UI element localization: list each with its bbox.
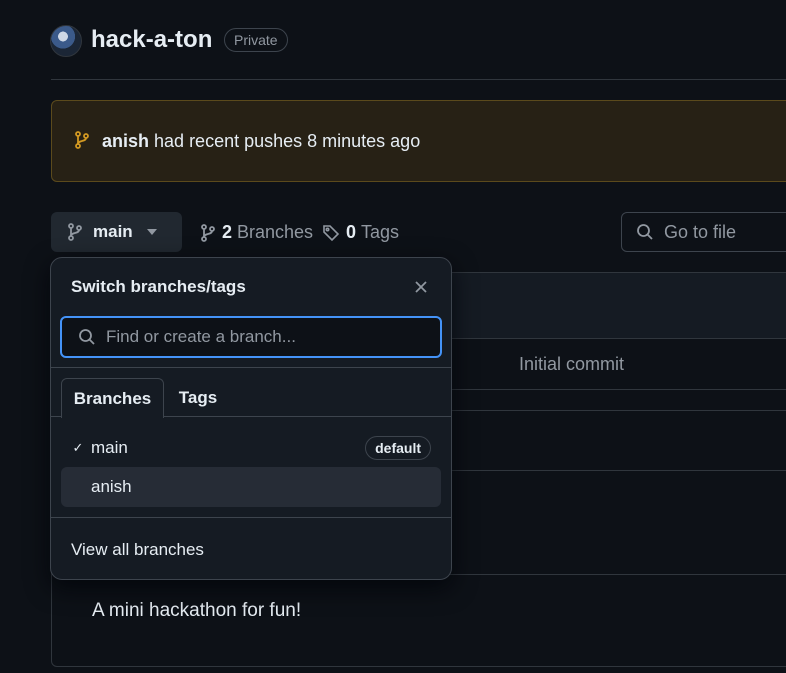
default-badge: default: [365, 436, 431, 460]
visibility-badge: Private: [224, 28, 288, 52]
commit-message[interactable]: Initial commit: [519, 354, 624, 375]
branch-select-button[interactable]: main: [51, 212, 182, 252]
tab-branches[interactable]: Branches: [61, 378, 164, 418]
search-icon: [636, 223, 654, 241]
branch-item-anish[interactable]: anish: [61, 467, 441, 507]
git-branch-icon: [67, 223, 83, 241]
push-message: had recent pushes 8 minutes ago: [154, 131, 421, 151]
recent-pushes-text: anish had recent pushes 8 minutes ago: [102, 131, 420, 152]
header-divider: [51, 79, 786, 80]
branches-link[interactable]: 2 Branches: [200, 222, 313, 243]
go-to-file-placeholder: Go to file: [664, 221, 737, 242]
git-branch-icon: [200, 223, 216, 242]
tags-label: Tags: [361, 222, 400, 242]
branches-label: Branches: [237, 222, 314, 242]
branches-count: 2: [222, 222, 233, 242]
branch-name: main: [91, 438, 128, 457]
push-user[interactable]: anish: [102, 131, 149, 151]
repo-name[interactable]: hack-a-ton: [91, 26, 212, 54]
tags-link[interactable]: 0 Tags: [322, 222, 399, 243]
tab-tags[interactable]: Tags: [166, 378, 230, 418]
view-all-branches-link[interactable]: View all branches: [71, 540, 204, 560]
branch-name: anish: [91, 477, 132, 496]
readme-text: A mini hackathon for fun!: [92, 600, 302, 621]
dropdown-footer-divider: [51, 517, 451, 518]
branch-search-field[interactable]: [60, 316, 442, 358]
go-to-file-input[interactable]: Go to file: [621, 212, 786, 252]
repo-owner-avatar[interactable]: [50, 25, 82, 57]
tags-count: 0: [346, 222, 357, 242]
tag-icon: [322, 224, 340, 242]
current-branch-label: main: [93, 222, 133, 241]
chevron-down-icon: [146, 229, 157, 235]
git-branch-icon: [74, 131, 90, 149]
check-icon: ✓: [72, 440, 84, 455]
branch-item-main[interactable]: ✓ main default: [61, 428, 441, 468]
close-icon[interactable]: [410, 276, 432, 298]
dropdown-title: Switch branches/tags: [71, 277, 246, 296]
search-icon: [78, 328, 96, 346]
branch-search-input[interactable]: [106, 327, 406, 347]
